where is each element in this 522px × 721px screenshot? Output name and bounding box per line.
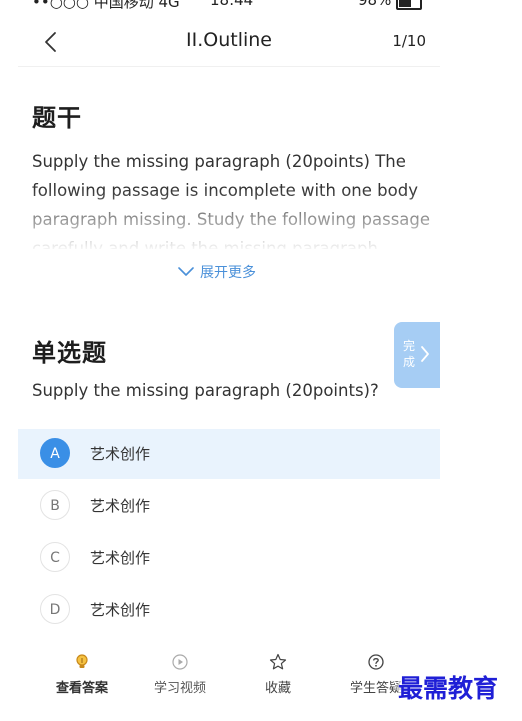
tab-label-view-answer: 查看答案 xyxy=(55,681,108,696)
option-c[interactable]: C 艺术创作 xyxy=(18,533,440,583)
page-title: II.Outline xyxy=(186,29,272,51)
nav-bar: II.Outline 1/10 xyxy=(18,20,440,67)
option-a[interactable]: A 艺术创作 xyxy=(18,429,440,479)
option-text-a: 艺术创作 xyxy=(90,445,151,463)
carrier-signal: ••○○○ 中国移动 4G xyxy=(32,0,180,11)
tab-view-answer[interactable]: 查看答案 xyxy=(32,650,132,706)
bottom-tab-bar: 查看答案 学习视频 收藏 学生答疑 xyxy=(18,650,440,710)
expand-more-label: 展开更多 xyxy=(200,265,256,281)
tab-label-study-video: 学习视频 xyxy=(153,681,206,696)
expand-more-link[interactable]: 展开更多 xyxy=(178,262,256,282)
question-text: Supply the missing paragraph (20points)? xyxy=(32,381,379,400)
chevron-down-icon xyxy=(178,267,194,276)
status-time: 18:44 xyxy=(210,0,254,9)
lightbulb-icon xyxy=(76,654,88,668)
option-text-c: 艺术创作 xyxy=(90,549,151,567)
tab-label-favorite: 收藏 xyxy=(264,681,291,696)
watermark-logo: 最需教育 xyxy=(398,669,499,705)
status-bar: ••○○○ 中国移动 4G 18:44 98% xyxy=(18,0,440,13)
play-circle-icon xyxy=(172,654,188,670)
stem-text-block: Supply the missing paragraph (20points) … xyxy=(32,147,432,249)
stem-heading: 题干 xyxy=(32,104,82,132)
option-letter-b: B xyxy=(40,490,70,520)
chevron-right-icon xyxy=(421,346,429,362)
done-button[interactable]: 完成 xyxy=(394,322,440,388)
app-screen: ••○○○ 中国移动 4G 18:44 98% II.Outline 1/10 … xyxy=(18,0,440,721)
question-circle-icon xyxy=(368,654,384,670)
option-text-b: 艺术创作 xyxy=(90,497,151,515)
option-letter-d: D xyxy=(40,594,70,624)
tab-favorite[interactable]: 收藏 xyxy=(228,650,328,706)
option-b[interactable]: B 艺术创作 xyxy=(18,481,440,531)
option-text-d: 艺术创作 xyxy=(90,601,151,619)
stem-fade-overlay xyxy=(32,189,432,249)
tab-study-video[interactable]: 学习视频 xyxy=(130,650,230,706)
battery-level: 98% xyxy=(358,0,392,9)
option-letter-a: A xyxy=(40,438,70,468)
done-label: 完成 xyxy=(402,339,415,369)
star-icon xyxy=(269,653,287,670)
battery-icon xyxy=(396,0,422,10)
option-letter-c: C xyxy=(40,542,70,572)
option-d[interactable]: D 艺术创作 xyxy=(18,585,440,635)
choice-heading: 单选题 xyxy=(32,339,107,367)
question-counter: 1/10 xyxy=(392,32,426,50)
